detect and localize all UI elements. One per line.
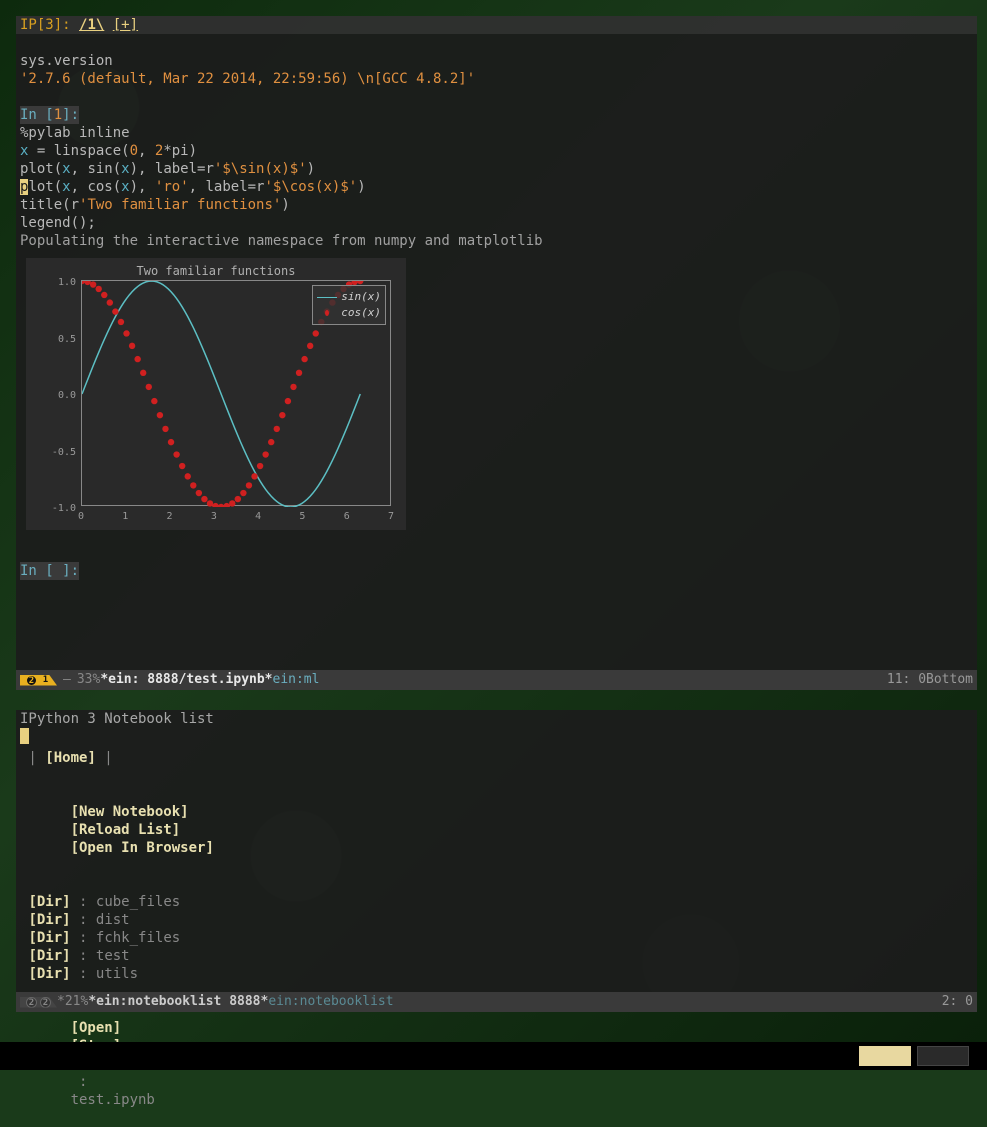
- major-mode: ein:notebooklist: [268, 993, 393, 1011]
- chart-title: Two familiar functions: [26, 258, 406, 280]
- cell-stdout: Populating the interactive namespace fro…: [20, 233, 543, 249]
- xtick: 4: [248, 508, 268, 530]
- dir-link[interactable]: [Dir]: [28, 894, 70, 910]
- output-value: '2.7.6 (default, Mar 22 2014, 22:59:56) …: [20, 71, 475, 87]
- modeline-percent: 21%: [65, 993, 88, 1011]
- code-line-5[interactable]: title(r'Two familiar functions'): [20, 197, 290, 213]
- notebook-header: IP[3]: /1\ [+]: [16, 16, 977, 34]
- code-line-1[interactable]: %pylab inline: [20, 125, 130, 141]
- notebook-pane: IP[3]: /1\ [+] sys.version '2.7.6 (defau…: [16, 16, 977, 690]
- os-taskbar: [0, 1042, 987, 1070]
- code-line-2[interactable]: x = linspace(0, 2*pi): [20, 143, 197, 159]
- code-line-6[interactable]: legend();: [20, 215, 96, 231]
- xtick: 1: [115, 508, 135, 530]
- dir-name: fchk_files: [96, 930, 180, 946]
- add-worksheet-button[interactable]: [+]: [113, 17, 138, 33]
- dir-name: utils: [96, 966, 138, 982]
- major-mode: ein:ml: [273, 671, 320, 689]
- xtick: 0: [71, 508, 91, 530]
- buffer-name: *ein: 8888/test.ipynb*: [100, 671, 272, 689]
- dir-link[interactable]: [Dir]: [28, 912, 70, 928]
- kernel-indicator: IP[3]:: [20, 17, 71, 33]
- dir-name: cube_files: [96, 894, 180, 910]
- legend-item-2: cos(x): [341, 304, 381, 322]
- matplotlib-figure: Two familiar functions -1.0 -0.5 0.0 0.5 1.0…: [26, 258, 406, 530]
- dir-name: test: [96, 948, 130, 964]
- notebooklist-pane: IPython 3 Notebook list | [Home] | [New …: [16, 710, 977, 1012]
- modeline-percent: 33%: [77, 671, 100, 689]
- home-link[interactable]: [Home]: [45, 750, 96, 766]
- new-notebook-button[interactable]: [New Notebook]: [71, 804, 189, 820]
- taskbar-item[interactable]: [859, 1046, 911, 1066]
- modeline-bottom: 2 2 * 21% *ein:notebooklist 8888* ein:no…: [16, 992, 977, 1012]
- cell-prompt-1: In [1]:: [20, 106, 79, 124]
- output-cell: sys.version '2.7.6 (default, Mar 22 2014…: [16, 34, 977, 250]
- xtick: 3: [204, 508, 224, 530]
- empty-cell[interactable]: In [ ]:: [16, 544, 977, 598]
- plot-area: sin(x) cos(x): [81, 280, 391, 506]
- ytick: -1.0: [26, 500, 76, 518]
- dir-link[interactable]: [Dir]: [28, 930, 70, 946]
- taskbar-item[interactable]: [917, 1046, 969, 1066]
- xtick: 7: [381, 508, 401, 530]
- ytick: 0.5: [26, 331, 76, 349]
- file-name: test.ipynb: [71, 1092, 155, 1108]
- dir-link[interactable]: [Dir]: [28, 966, 70, 982]
- window-number-badge: 2 2: [20, 997, 57, 1008]
- cursor-position: 2: 0: [942, 993, 973, 1011]
- modeline-top: 2 1 — 33% *ein: 8888/test.ipynb* ein:ml …: [16, 670, 977, 690]
- scroll-position: Bottom: [926, 671, 973, 689]
- buffer-name: *ein:notebooklist 8888*: [88, 993, 268, 1011]
- nblist-title: IPython 3 Notebook list: [20, 710, 973, 728]
- cell-prompt-empty: In [ ]:: [20, 562, 79, 580]
- code-line-3[interactable]: plot(x, sin(x), label=r'$\sin(x)$'): [20, 161, 315, 177]
- text-cursor: [20, 728, 29, 744]
- open-in-browser-button[interactable]: [Open In Browser]: [71, 840, 214, 856]
- xtick: 5: [292, 508, 312, 530]
- cursor-position: 11: 0: [887, 671, 926, 689]
- legend-dot-icon: [325, 310, 329, 316]
- ytick: 0.0: [26, 387, 76, 405]
- reload-list-button[interactable]: [Reload List]: [71, 822, 181, 838]
- worksheet-tab[interactable]: /1\: [79, 17, 104, 33]
- xtick: 6: [337, 508, 357, 530]
- dir-name: dist: [96, 912, 130, 928]
- file-open-button[interactable]: [Open]: [71, 1020, 122, 1036]
- code-line-4[interactable]: plot(x, cos(x), 'ro', label=r'$\cos(x)$'…: [20, 179, 366, 195]
- legend-line-icon: [317, 297, 337, 298]
- dir-link[interactable]: [Dir]: [28, 948, 70, 964]
- xtick: 2: [160, 508, 180, 530]
- window-number-badge: 2 1: [20, 675, 57, 686]
- legend: sin(x) cos(x): [312, 285, 386, 325]
- ytick: 1.0: [26, 274, 76, 292]
- output-code: sys.version: [20, 53, 113, 69]
- ytick: -0.5: [26, 444, 76, 462]
